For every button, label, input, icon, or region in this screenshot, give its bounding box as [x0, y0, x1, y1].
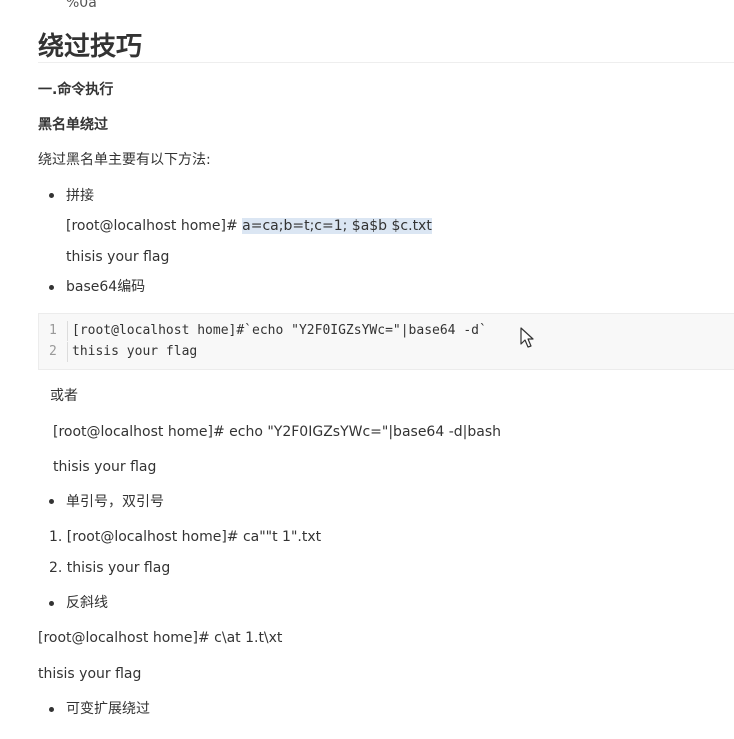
splice-command-line: [root@localhost home]# a=ca;b=t;c=1; $a$…: [66, 216, 432, 236]
code-line: 1 [root@localhost home]#`echo "Y2F0IGZsYW…: [49, 321, 487, 341]
ordered-item-1: 1. [root@localhost home]# ca""t 1".txt: [49, 529, 322, 545]
or-text: 或者: [50, 388, 78, 404]
alt-output: thisis your flag: [53, 459, 157, 475]
code-block: 1 [root@localhost home]#`echo "Y2F0IGZsYW…: [38, 313, 734, 370]
mouse-cursor-icon: [520, 327, 534, 348]
bullet-dot: [49, 193, 54, 198]
line-number: 2: [49, 342, 68, 362]
bullet-dot: [49, 499, 54, 504]
line-number: 1: [49, 321, 68, 341]
splice-output: thisis your flag: [66, 249, 170, 265]
splice-command-highlighted: a=ca;b=t;c=1; $a$b $c.txt: [242, 218, 432, 234]
heading-divider: [38, 62, 734, 63]
top-cut-text: %0a: [66, 0, 97, 11]
bullet-dot: [49, 601, 54, 606]
bullet-dot: [49, 707, 54, 712]
backslash-output: thisis your flag: [38, 666, 142, 682]
alt-command: [root@localhost home]# echo "Y2F0IGZsYWc…: [53, 424, 501, 440]
bullet-base64: base64编码: [66, 279, 146, 295]
section-blacklist-bypass: 黑名单绕过: [38, 117, 108, 133]
code-line: 2 thisis your flag: [49, 342, 197, 362]
code-text: [root@localhost home]#`echo "Y2F0IGZsYWc…: [72, 323, 487, 338]
bullet-backslash: 反斜线: [66, 595, 108, 611]
page-heading: 绕过技巧: [38, 32, 143, 62]
ordered-item-2: 2. thisis your flag: [49, 560, 171, 576]
bullet-quotes: 单引号，双引号: [66, 494, 164, 510]
intro-text: 绕过黑名单主要有以下方法:: [38, 152, 211, 168]
backslash-command: [root@localhost home]# c\at 1.t\xt: [38, 630, 283, 646]
bullet-dot: [49, 285, 54, 290]
code-text: thisis your flag: [72, 344, 198, 359]
bullet-splice: 拼接: [66, 188, 94, 204]
splice-prompt: [root@localhost home]#: [66, 218, 243, 234]
bullet-var-expand: 可变扩展绕过: [66, 701, 150, 717]
section-command-exec: 一.命令执行: [38, 82, 114, 98]
